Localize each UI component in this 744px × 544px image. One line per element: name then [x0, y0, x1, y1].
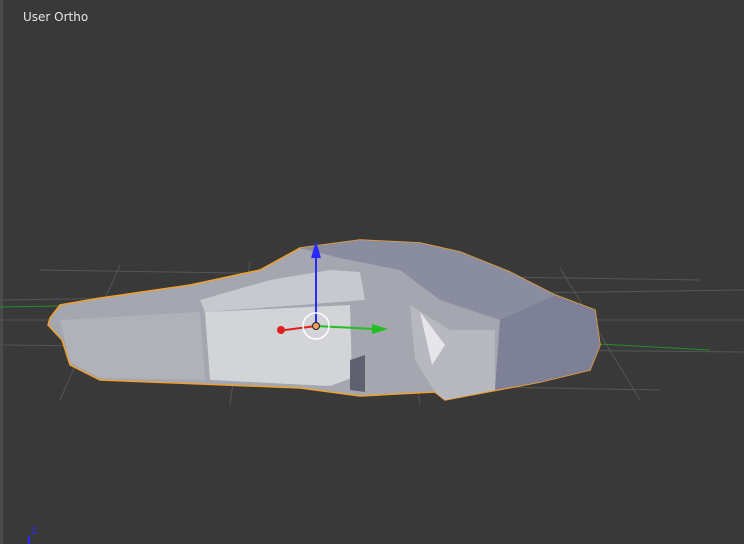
- axis-indicator-label: Z: [31, 527, 38, 537]
- z-axis-indicator-icon: [28, 536, 30, 544]
- 3d-viewport[interactable]: [0, 0, 744, 544]
- car-mesh[interactable]: [47, 239, 601, 401]
- x-axis-handle-icon[interactable]: [277, 326, 285, 334]
- object-origin-icon: [312, 322, 320, 330]
